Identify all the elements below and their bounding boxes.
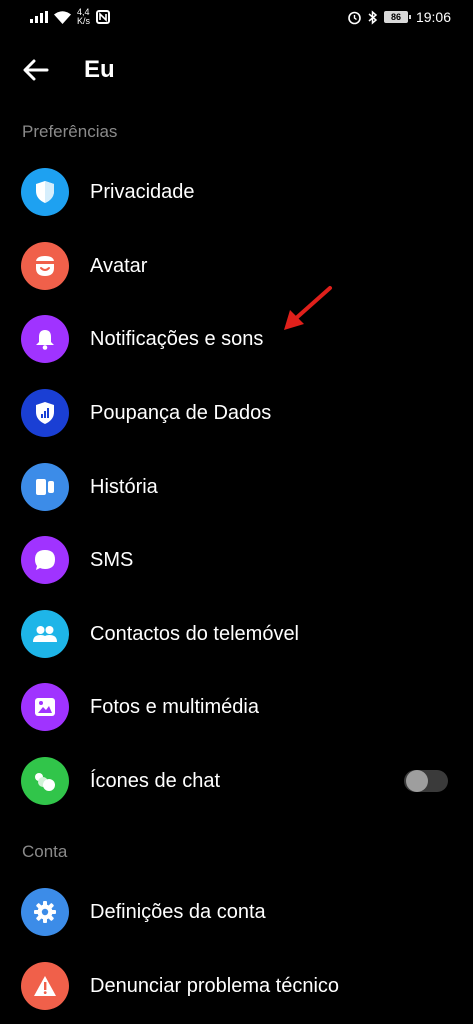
menu-label: Notificações e sons [90,328,264,350]
menu-label: Ícones de chat [90,770,221,792]
section-label-account: Conta [22,842,68,861]
warning-icon [21,962,69,1010]
menu-label: Denunciar problema técnico [90,975,340,997]
chat-heads-toggle[interactable] [404,770,448,792]
menu-label: Definições da conta [90,901,266,923]
menu-item-notifications[interactable]: Notificações e sons [0,303,473,375]
status-left: 4,4 K/s [30,8,111,26]
page-title: Eu [84,56,115,83]
clock: 19:06 [415,9,451,25]
menu-item-data-saver[interactable]: Poupança de Dados [0,377,473,449]
app-header: Eu [0,44,473,96]
chat-heads-icon [21,757,69,805]
contacts-icon [21,610,69,658]
bell-icon [21,315,69,363]
alarm-icon [347,10,362,25]
menu-label: História [90,476,158,498]
section-label-preferences: Preferências [22,122,118,141]
screen: 4,4 K/s 86 19:06 Eu Preferências Privaci… [0,0,473,1024]
menu-label: Privacidade [90,181,195,203]
photo-icon [21,683,69,731]
speed-unit: K/s [77,16,91,26]
menu-item-chat-heads[interactable]: Ícones de chat [0,745,473,817]
annotation-arrow [284,286,332,330]
sms-bubble-icon [21,536,69,584]
shield-icon [21,168,69,216]
wifi-icon [54,10,71,24]
menu-label: Contactos do telemóvel [90,623,300,645]
nfc-icon [96,10,111,24]
gear-icon [21,888,69,936]
signal-icon [30,11,48,23]
toggle-knob [406,770,428,792]
menu-item-account-settings[interactable]: Definições da conta [0,876,473,948]
menu-item-phone-contacts[interactable]: Contactos do telemóvel [0,598,473,670]
bluetooth-icon [368,9,378,25]
menu-item-story[interactable]: História [0,451,473,523]
status-bar: 4,4 K/s 86 19:06 [0,0,473,34]
battery-level: 86 [390,12,401,22]
menu-label: SMS [90,549,134,571]
menu-item-report-problem[interactable]: Denunciar problema técnico [0,950,473,1022]
story-icon [21,463,69,511]
menu-item-sms[interactable]: SMS [0,524,473,596]
menu-label: Avatar [90,255,148,277]
menu-label: Poupança de Dados [90,402,272,424]
back-arrow-icon [23,59,49,81]
status-right: 86 19:06 [347,9,451,25]
menu-label: Fotos e multimédia [90,696,259,718]
menu-item-avatar[interactable]: Avatar [0,230,473,302]
back-button[interactable] [18,54,54,86]
avatar-face-icon [21,242,69,290]
battery-icon: 86 [383,11,411,23]
data-saver-icon [21,389,69,437]
network-speed: 4,4 K/s [77,8,90,26]
menu-item-photos-media[interactable]: Fotos e multimédia [0,671,473,743]
menu-item-privacy[interactable]: Privacidade [0,156,473,228]
